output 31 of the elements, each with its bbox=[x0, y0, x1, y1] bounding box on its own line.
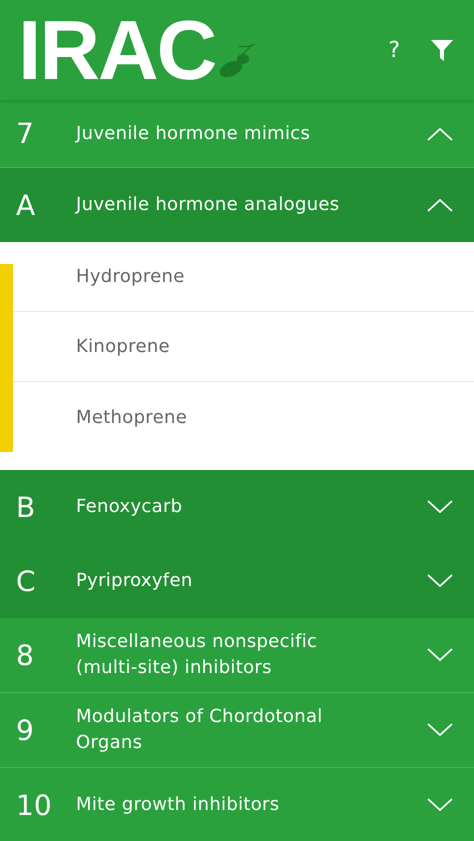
chevron-up-icon[interactable] bbox=[426, 126, 454, 142]
chevron-up-icon[interactable] bbox=[426, 197, 454, 213]
insect-icon bbox=[217, 44, 258, 78]
compound-item[interactable]: Hydroprene bbox=[13, 242, 474, 312]
chevron-down-icon[interactable] bbox=[426, 499, 454, 515]
group-name: Mite growth inhibitors bbox=[76, 793, 280, 817]
subgroup-code: B bbox=[15, 490, 36, 524]
subgroup-row[interactable]: C Pyriproxyfen bbox=[0, 544, 474, 618]
subgroup-code: A bbox=[15, 188, 36, 222]
group-name: Miscellaneous nonspecific (multi-site) inhibitors bbox=[76, 630, 318, 680]
group-name: Juvenile hormone mimics bbox=[76, 122, 312, 146]
compound-item[interactable]: Kinoprene bbox=[13, 312, 474, 382]
subgroup-row[interactable]: B Fenoxycarb bbox=[0, 470, 474, 544]
group-code: 9 bbox=[15, 714, 35, 746]
filter-icon[interactable] bbox=[430, 38, 454, 62]
logo: IRAC bbox=[18, 8, 216, 92]
chevron-down-icon[interactable] bbox=[426, 722, 454, 738]
group-name: Modulators of Chordotonal Organs bbox=[76, 705, 324, 755]
chevron-down-icon[interactable] bbox=[426, 797, 454, 813]
group-code: 7 bbox=[15, 117, 35, 150]
chevron-down-icon[interactable] bbox=[426, 647, 454, 663]
chevron-down-icon[interactable] bbox=[426, 573, 454, 589]
group-code: 10 bbox=[15, 788, 53, 822]
compound-item[interactable]: Methoprene bbox=[13, 382, 474, 452]
subgroup-code: C bbox=[15, 564, 37, 598]
subgroup-name: Pyriproxyfen bbox=[76, 569, 194, 593]
subgroup-row[interactable]: A Juvenile hormone analogues bbox=[0, 168, 474, 242]
help-button[interactable]: ? bbox=[388, 38, 400, 62]
group-code: 8 bbox=[15, 638, 35, 672]
subgroup-name: Fenoxycarb bbox=[76, 495, 184, 519]
subgroup-name: Juvenile hormone analogues bbox=[76, 193, 340, 217]
